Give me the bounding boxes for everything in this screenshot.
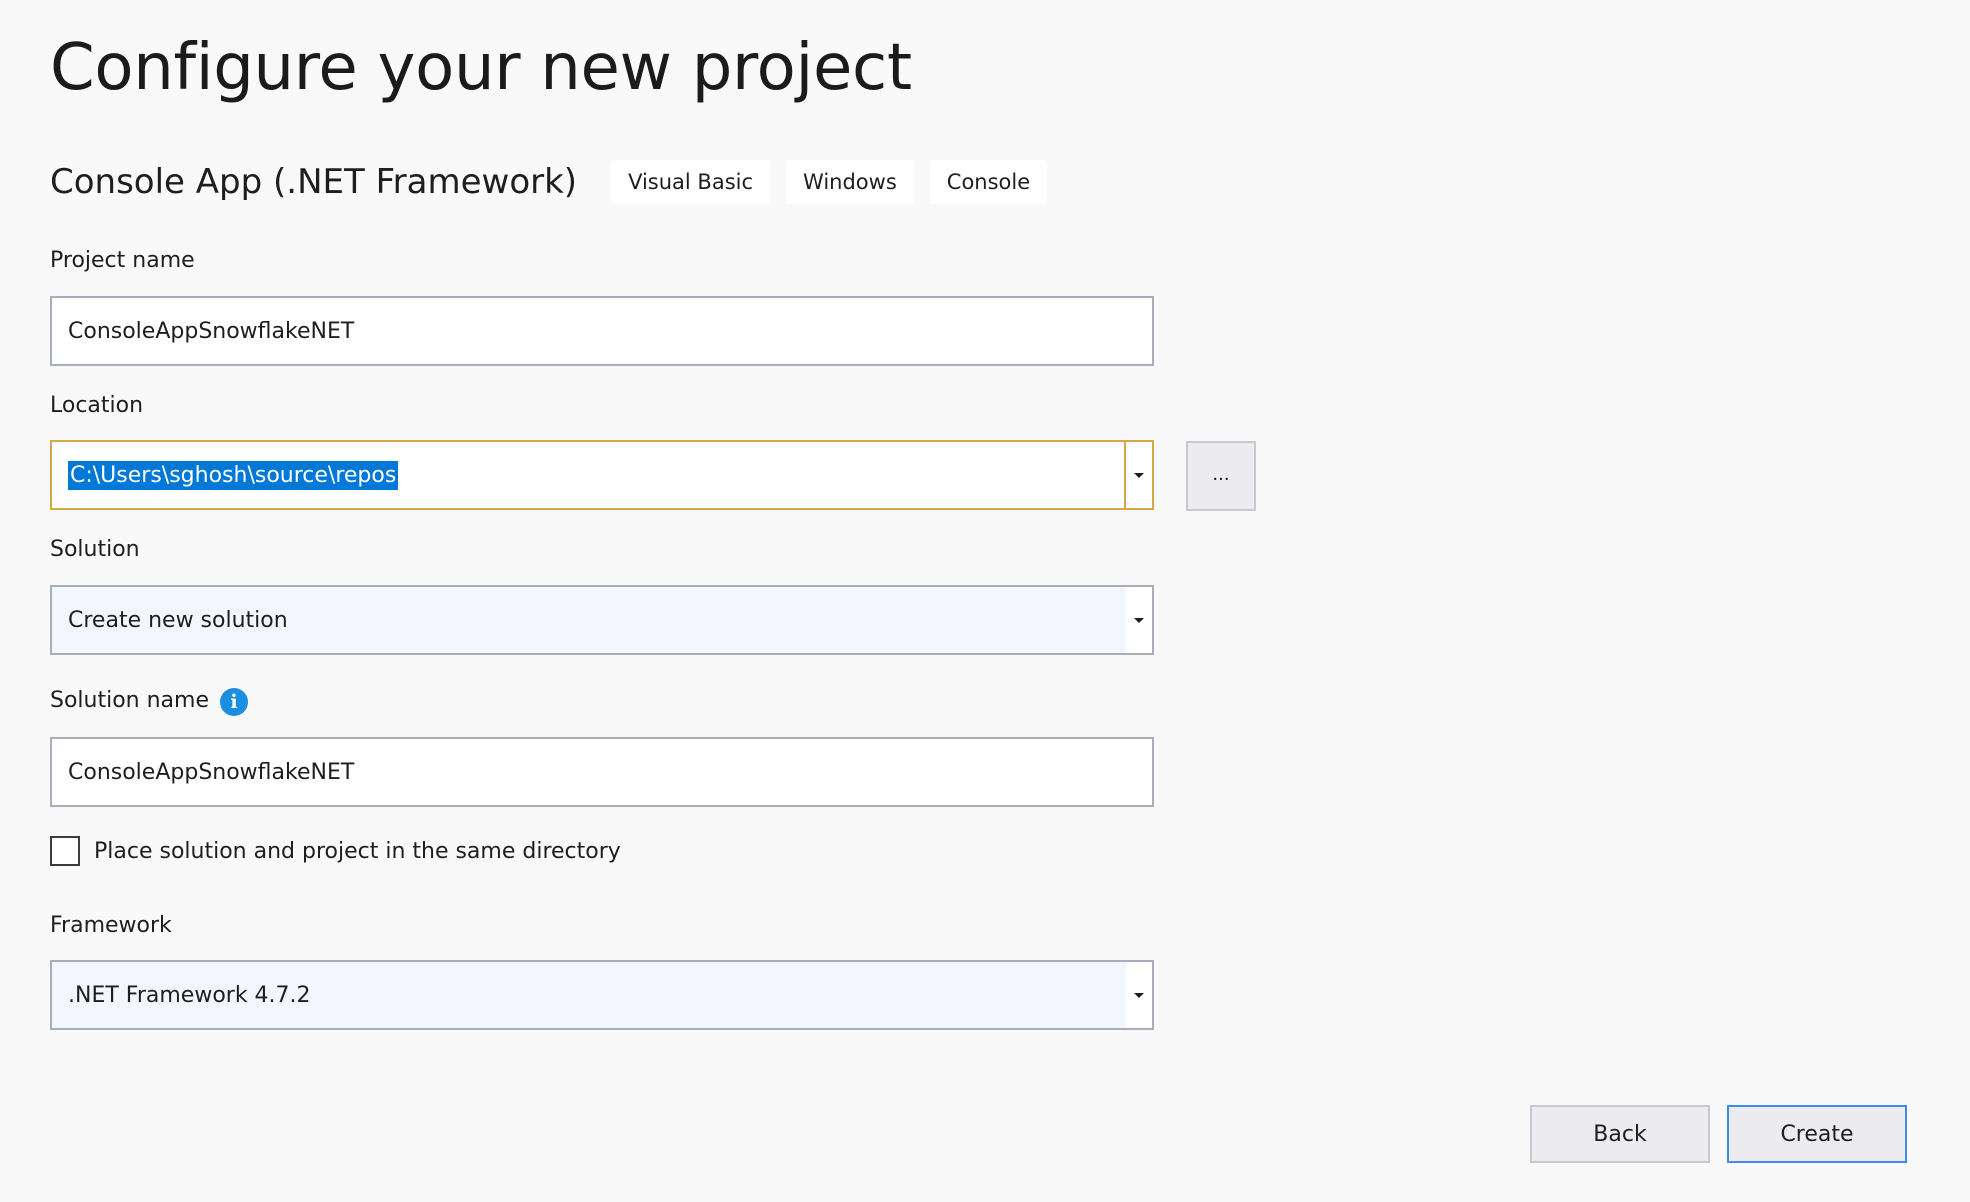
create-button[interactable]: Create [1727,1105,1907,1163]
location-value[interactable]: C:\Users\sghosh\source\repos [68,460,399,490]
solution-name-input[interactable]: ConsoleAppSnowflakeNET [50,737,1154,807]
back-button[interactable]: Back [1530,1105,1710,1163]
location-combobox[interactable]: C:\Users\sghosh\source\repos [50,440,1154,510]
framework-dropdown-button[interactable] [1126,962,1152,1028]
location-value-wrapper: C:\Users\sghosh\source\repos [52,460,399,490]
tag-language: Visual Basic [611,160,771,204]
framework-label: Framework [50,913,172,938]
solution-label: Solution [50,537,140,562]
same-directory-checkbox[interactable] [50,836,80,866]
solution-selected-value: Create new solution [68,607,288,633]
framework-selected-value: .NET Framework 4.7.2 [68,982,311,1008]
location-label: Location [50,393,144,418]
same-directory-label[interactable]: Place solution and project in the same d… [94,839,621,864]
template-name: Console App (.NET Framework) [50,162,578,202]
solution-name-label: Solution name [50,688,210,713]
chevron-down-icon [1134,617,1144,623]
tag-platform: Windows [786,160,914,204]
project-name-input[interactable]: ConsoleAppSnowflakeNET [50,296,1154,366]
page-title: Configure your new project [50,31,912,105]
same-directory-option[interactable]: Place solution and project in the same d… [50,834,621,868]
project-name-value: ConsoleAppSnowflakeNET [68,318,355,344]
location-dropdown-button[interactable] [1124,442,1152,508]
framework-select[interactable]: .NET Framework 4.7.2 [50,960,1154,1030]
info-icon[interactable]: i [220,688,248,716]
project-name-label: Project name [50,248,195,273]
solution-name-value: ConsoleAppSnowflakeNET [68,759,355,785]
browse-button[interactable]: ... [1186,441,1256,511]
solution-dropdown-button[interactable] [1126,587,1152,653]
tag-project-type: Console [929,160,1048,204]
solution-select[interactable]: Create new solution [50,585,1154,655]
chevron-down-icon [1134,472,1144,478]
chevron-down-icon [1134,992,1144,998]
template-header: Console App (.NET Framework) Visual Basi… [50,156,1063,208]
